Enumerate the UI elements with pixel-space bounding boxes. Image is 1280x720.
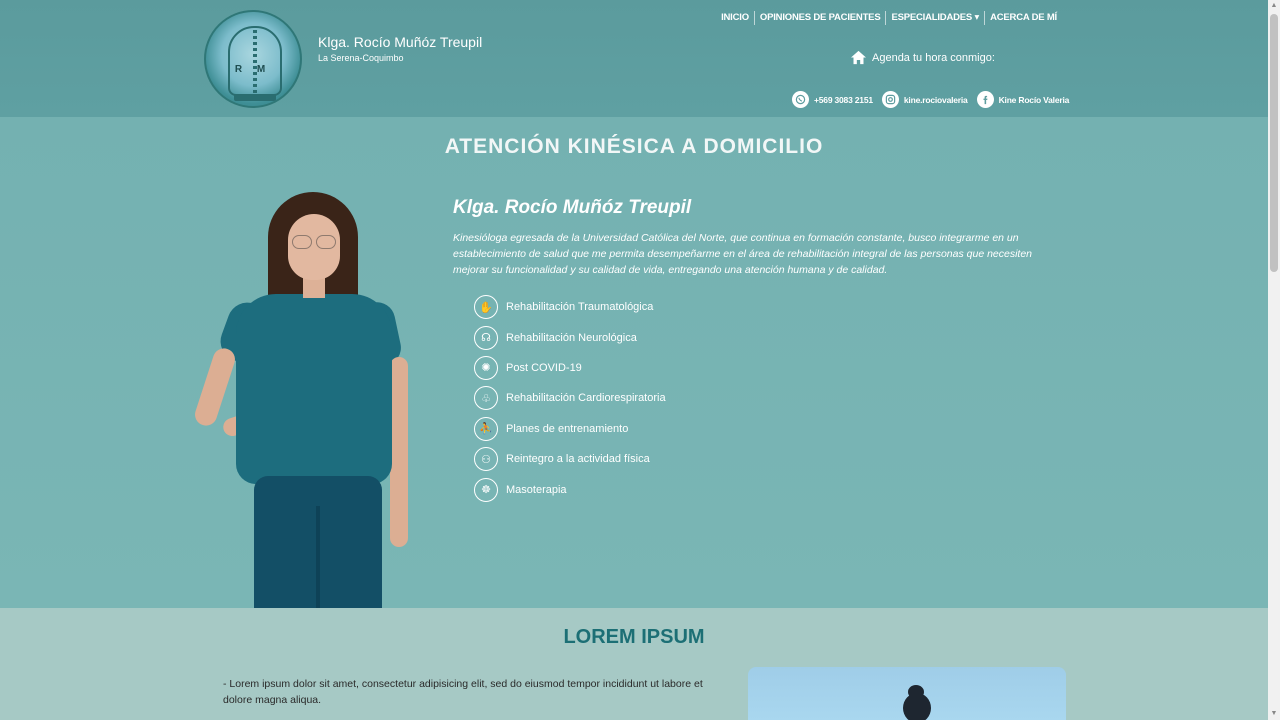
profile-photo [192, 192, 415, 608]
nav-especialidades[interactable]: ESPECIALIDADES ▾ [886, 11, 984, 25]
service-item[interactable]: ✺ Post COVID-19 [474, 353, 666, 383]
logo-letters: R M [234, 64, 272, 75]
logo[interactable]: R M [204, 10, 302, 108]
lungs-icon: ♧ [474, 386, 498, 411]
nav-opiniones[interactable]: OPINIONES DE PACIENTES [755, 11, 886, 25]
services-list: ✋ Rehabilitación Traumatológica ☊ Rehabi… [474, 292, 666, 505]
service-label: Reintegro a la actividad física [506, 453, 650, 466]
contact-bar: +569 3083 2151 kine.rociovaleria Kine Ro… [792, 91, 1078, 108]
brain-icon: ☊ [474, 325, 498, 350]
facebook-name: Kine Rocío Valeria [998, 94, 1070, 105]
service-item[interactable]: ⛹ Planes de entrenamiento [474, 414, 666, 444]
section-text: - Lorem ipsum dolor sit amet, consectetu… [223, 678, 703, 706]
about-name: Klga. Rocío Muñóz Treupil [453, 197, 692, 218]
service-item[interactable]: ☸ Masoterapia [474, 474, 666, 504]
page-scrollbar[interactable]: ▲ ▼ [1268, 0, 1280, 720]
home-icon [851, 50, 866, 65]
agenda-cta[interactable]: Agenda tu hora conmigo: [850, 50, 995, 65]
lorem-section: LOREM IPSUM - Lorem ipsum dolor sit amet… [0, 608, 1268, 720]
main-nav: INICIO OPINIONES DE PACIENTES ESPECIALID… [716, 11, 1062, 25]
facebook-link[interactable]: Kine Rocío Valeria [976, 91, 1070, 108]
about-description: Kinesióloga egresada de la Universidad C… [453, 232, 1033, 276]
scrollbar-thumb[interactable] [1270, 14, 1278, 272]
hero-section: ATENCIÓN KINÉSICA A DOMICILIO Klga. Rocí… [0, 117, 1268, 608]
service-label: Rehabilitación Traumatológica [506, 301, 654, 314]
logo-spine-shape [253, 30, 257, 94]
service-item[interactable]: ⚇ Reintegro a la actividad física [474, 444, 666, 474]
service-label: Planes de entrenamiento [506, 422, 629, 435]
joint-icon: ✋ [474, 295, 498, 320]
service-label: Masoterapia [506, 483, 567, 496]
nav-inicio[interactable]: INICIO [716, 11, 754, 25]
section-title: LOREM IPSUM [563, 626, 705, 648]
facebook-icon [976, 91, 994, 108]
whatsapp-number: +569 3083 2151 [814, 94, 873, 105]
exercise-icon: ⛹ [474, 416, 498, 441]
instagram-icon [881, 91, 899, 108]
agenda-text: Agenda tu hora conmigo: [872, 51, 995, 64]
section-image [748, 667, 1066, 720]
service-item[interactable]: ✋ Rehabilitación Traumatológica [474, 292, 666, 322]
service-item[interactable]: ☊ Rehabilitación Neurológica [474, 322, 666, 352]
massage-icon: ☸ [474, 477, 498, 502]
hero-title: ATENCIÓN KINÉSICA A DOMICILIO [444, 135, 824, 158]
whatsapp-link[interactable]: +569 3083 2151 [792, 91, 873, 108]
service-label: Rehabilitación Neurológica [506, 331, 637, 344]
brand-name[interactable]: Klga. Rocío Muñóz Treupil [318, 34, 482, 50]
logo-banner [234, 94, 276, 101]
service-label: Rehabilitación Cardiorespiratoria [506, 392, 666, 405]
people-icon: ⚇ [474, 447, 498, 472]
nav-acerca[interactable]: ACERCA DE MÍ [985, 11, 1062, 25]
whatsapp-icon [792, 91, 809, 108]
instagram-handle: kine.rociovaleria [903, 94, 968, 105]
covid-icon: ✺ [474, 355, 498, 380]
site-header: R M Klga. Rocío Muñóz Treupil La Serena-… [0, 0, 1268, 117]
scroll-down-icon[interactable]: ▼ [1270, 710, 1278, 718]
service-label: Post COVID-19 [506, 361, 582, 374]
scroll-up-icon[interactable]: ▲ [1270, 2, 1278, 10]
instagram-link[interactable]: kine.rociovaleria [881, 91, 968, 108]
brand-location: La Serena-Coquimbo [318, 53, 404, 63]
service-item[interactable]: ♧ Rehabilitación Cardiorespiratoria [474, 383, 666, 413]
